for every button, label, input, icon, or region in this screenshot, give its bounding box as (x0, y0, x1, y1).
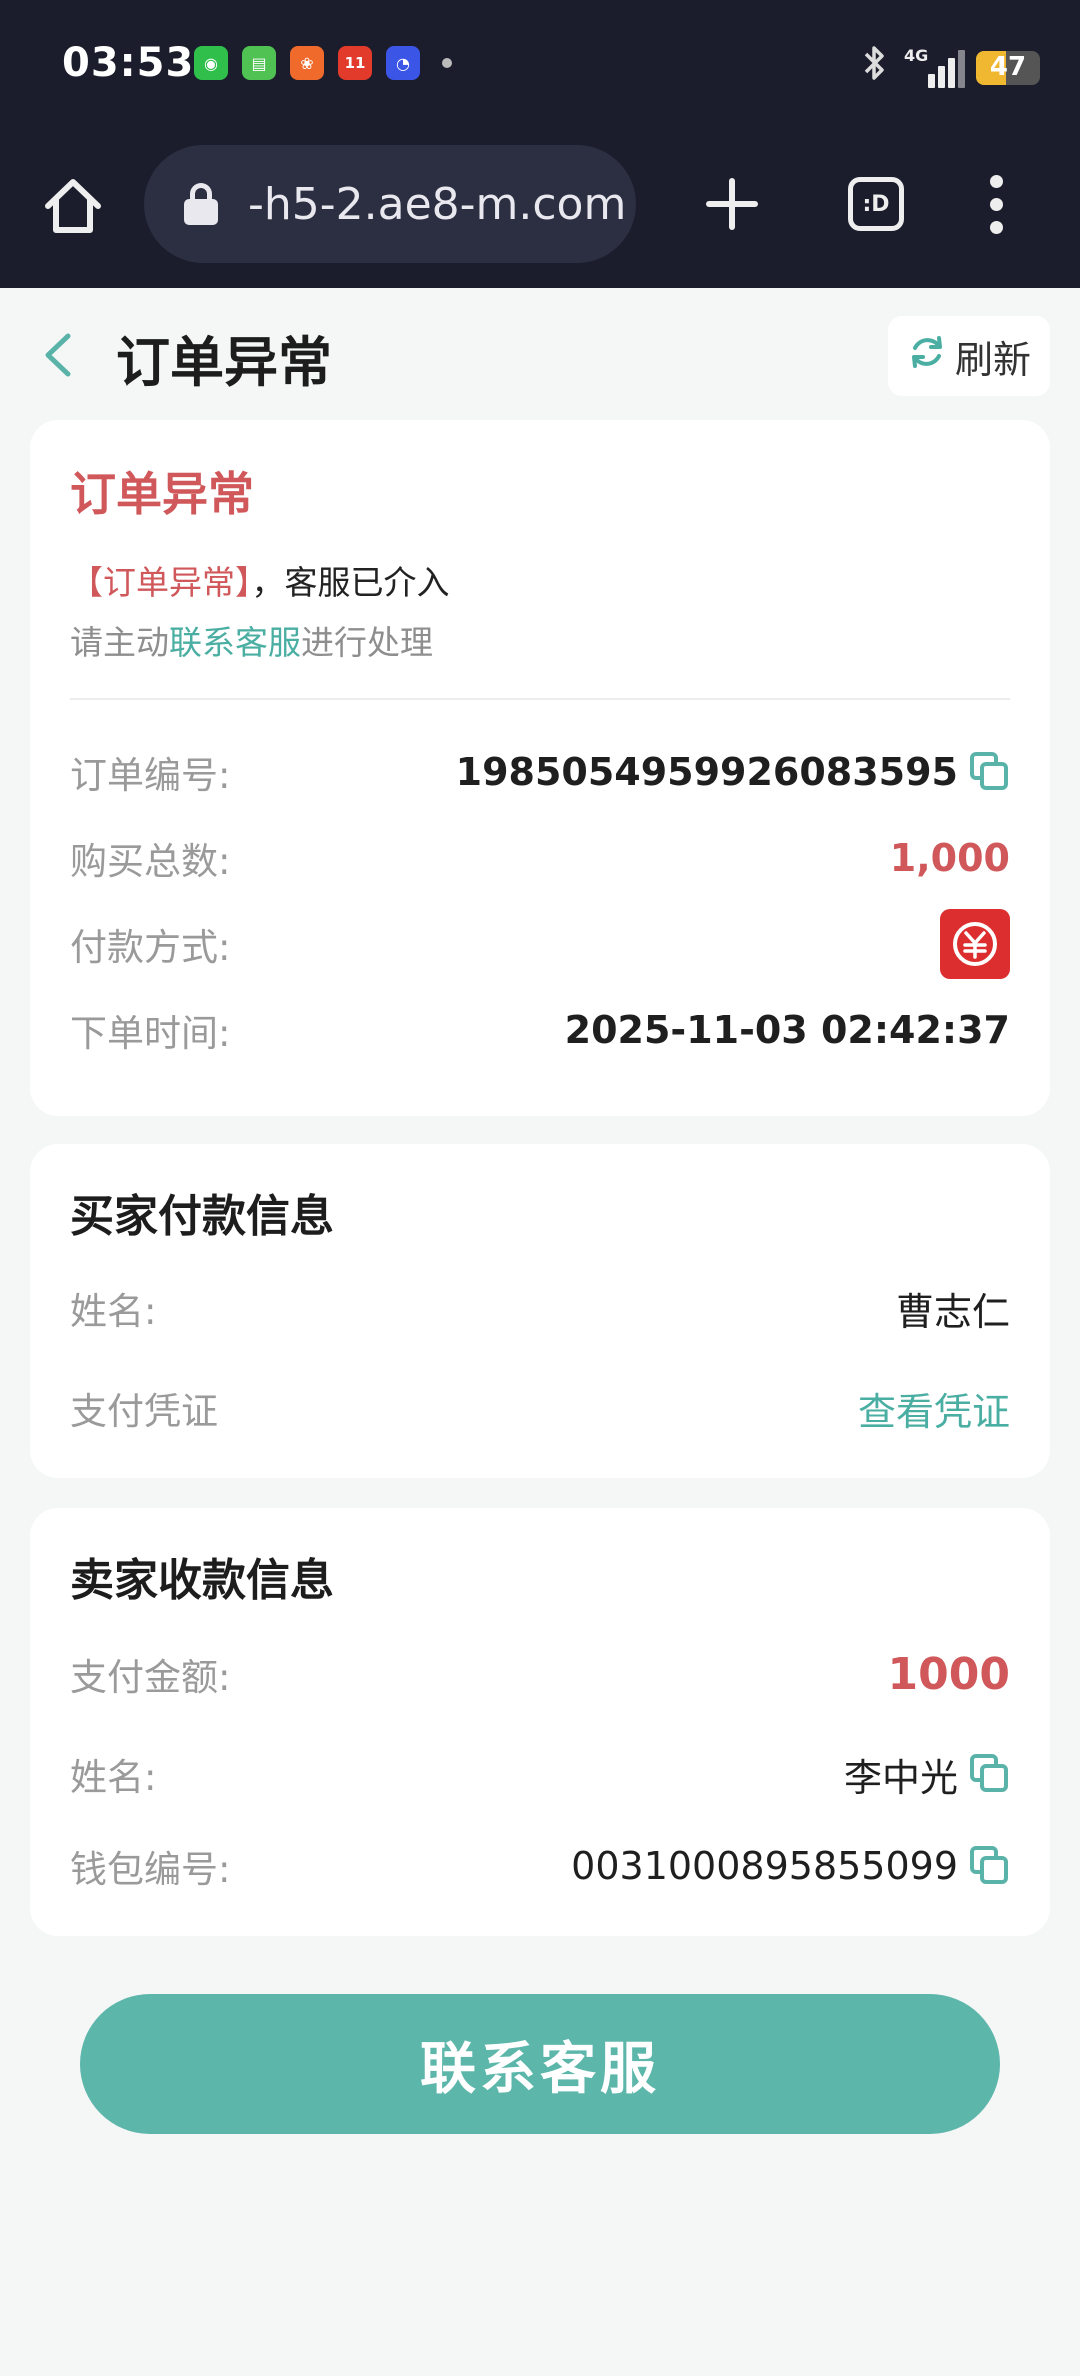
payment-amount-label: 支付金额: (70, 1656, 231, 1699)
signal-icon: 4G (902, 45, 965, 88)
hint-suffix: 进行处理 (301, 623, 433, 662)
status-bar: 03:53 ◉ ▤ ❀ 11 ◔ 4G 47 (0, 0, 1080, 130)
seller-name-value: 李中光 (843, 1755, 958, 1800)
copy-icon[interactable] (970, 1846, 1010, 1886)
seller-name-label: 姓名: (70, 1756, 157, 1799)
order-status-card: 订单异常 【订单异常】，客服已介入 请主动联系客服进行处理 订单编号: 1985… (30, 420, 1050, 1116)
copy-icon[interactable] (970, 1754, 1010, 1794)
order-time-value: 2025-11-03 02:42:37 (564, 1008, 1010, 1052)
buyer-name-row: 姓名: 曹志仁 (70, 1278, 1010, 1338)
back-icon[interactable] (40, 332, 76, 378)
buyer-card-title: 买家付款信息 (70, 1191, 334, 1242)
wallet-number-value-group: 0031000895855099 (571, 1844, 1010, 1888)
order-number-value: 1985054959926083595 (455, 750, 958, 794)
copy-icon[interactable] (970, 752, 1010, 792)
messages-icon: ▤ (242, 46, 276, 80)
refresh-icon (907, 332, 947, 381)
payment-proof-label: 支付凭证 (70, 1390, 218, 1433)
refresh-button[interactable]: 刷新 (888, 316, 1050, 396)
order-number-label: 订单编号: (70, 754, 231, 797)
divider (70, 698, 1010, 700)
status-right: 4G 47 (862, 44, 1040, 91)
order-time-row: 下单时间: 2025-11-03 02:42:37 (70, 1000, 1010, 1060)
payment-proof-row: 支付凭证 查看凭证 (70, 1378, 1010, 1438)
network-type: 4G (904, 45, 929, 65)
tab-switcher-button[interactable]: :D (848, 177, 904, 231)
order-time-label: 下单时间: (70, 1012, 231, 1055)
purchase-total-value: 1,000 (889, 836, 1010, 880)
purchase-total-label: 购买总数: (70, 840, 231, 883)
purchase-total-row: 购买总数: 1,000 (70, 828, 1010, 888)
lock-icon (184, 183, 218, 225)
address-bar[interactable]: -h5-2.ae8-m.com (144, 145, 636, 263)
page-header: 订单异常 刷新 (0, 290, 1080, 414)
hint-prefix: 请主动 (70, 623, 169, 662)
status-time: 03:53 (62, 40, 195, 86)
page-title: 订单异常 (116, 331, 332, 394)
buyer-name-value: 曹志仁 (895, 1289, 1010, 1334)
refresh-label: 刷新 (954, 337, 1031, 382)
bluetooth-icon (862, 44, 888, 91)
payment-amount-value: 1000 (887, 1648, 1010, 1700)
contact-support-button[interactable]: 联系客服 (80, 1994, 1000, 2134)
qq-icon: ◔ (386, 46, 420, 80)
battery-level: 47 (989, 51, 1027, 82)
wallet-number-value: 0031000895855099 (571, 1844, 958, 1888)
seller-receipt-card: 卖家收款信息 支付金额: 1000 姓名: 李中光 钱包编号: 00310008… (30, 1508, 1050, 1936)
seller-name-value-group: 李中光 (844, 1747, 1010, 1802)
wallet-number-label: 钱包编号: (70, 1848, 231, 1891)
new-tab-icon[interactable] (704, 176, 760, 232)
order-status-message: 【订单异常】，客服已介入 (70, 556, 450, 604)
contact-support-link[interactable]: 联系客服 (169, 623, 301, 662)
payment-amount-row: 支付金额: 1000 (70, 1644, 1010, 1704)
view-proof-link[interactable]: 查看凭证 (858, 1381, 1010, 1436)
double11-icon: 11 (338, 46, 372, 80)
order-number-value-group: 1985054959926083595 (456, 750, 1010, 794)
app-orange-icon: ❀ (290, 46, 324, 80)
status-highlight: 【订单异常】 (70, 563, 252, 602)
seller-name-row: 姓名: 李中光 (70, 1744, 1010, 1804)
notification-icons: ◉ ▤ ❀ 11 ◔ (194, 46, 452, 80)
order-status-hint: 请主动联系客服进行处理 (70, 616, 433, 664)
buyer-name-label: 姓名: (70, 1290, 157, 1333)
payment-method-row: 付款方式: (70, 909, 1010, 979)
buyer-payment-card: 买家付款信息 姓名: 曹志仁 支付凭证 查看凭证 (30, 1144, 1050, 1478)
payment-method-label: 付款方式: (70, 926, 231, 969)
more-notifications-dot (442, 58, 452, 68)
home-icon[interactable] (40, 174, 106, 240)
digital-yuan-icon (940, 909, 1010, 979)
browser-toolbar: -h5-2.ae8-m.com :D (0, 130, 1080, 288)
status-text: ，客服已介入 (251, 563, 450, 602)
battery-icon: 47 (976, 50, 1040, 85)
seller-card-title: 卖家收款信息 (70, 1555, 334, 1606)
order-status-title: 订单异常 (70, 467, 254, 521)
order-number-row: 订单编号: 1985054959926083595 (70, 742, 1010, 802)
more-menu-icon[interactable] (990, 175, 1004, 235)
url-text: -h5-2.ae8-m.com (248, 178, 627, 230)
wallet-number-row: 钱包编号: 0031000895855099 (70, 1836, 1010, 1896)
wechat-icon: ◉ (194, 46, 228, 80)
